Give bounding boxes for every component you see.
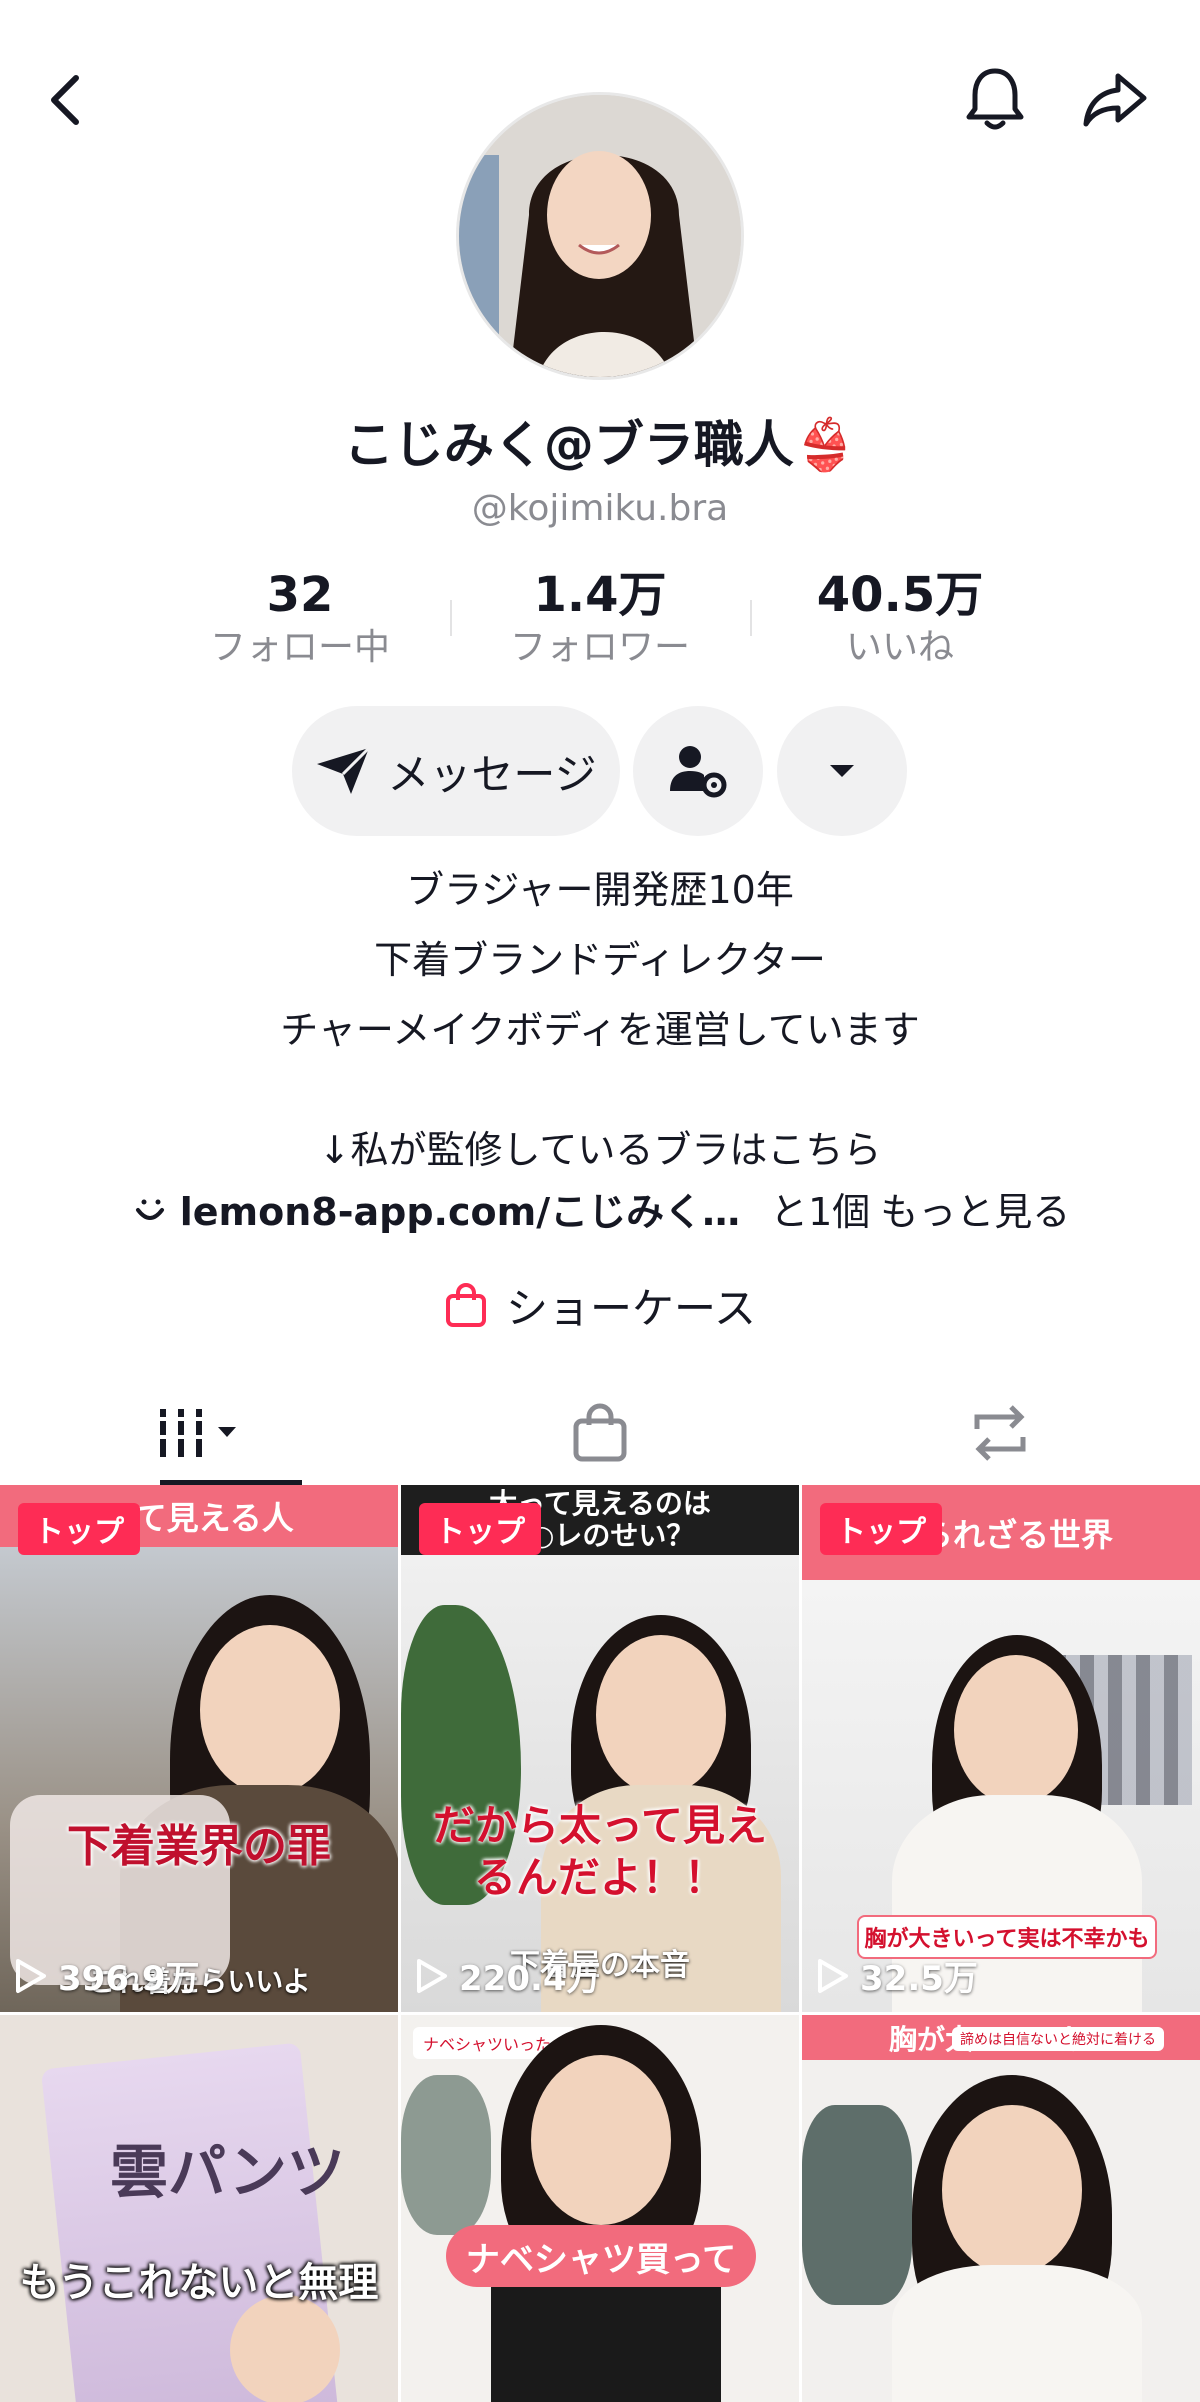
video-tag: 諦めは自信ないと絶対に着ける (952, 2027, 1164, 2051)
grid-bars-icon (158, 1408, 236, 1457)
shopping-bag-icon (446, 1283, 487, 1327)
send-icon (317, 746, 371, 794)
shopping-bag-icon (573, 1403, 627, 1461)
message-button[interactable]: メッセージ (292, 706, 620, 836)
person-face (942, 2105, 1082, 2275)
stat-followers[interactable]: 1.4万 フォロワー (450, 565, 750, 675)
more-dropdown-button[interactable] (777, 706, 907, 836)
avatar[interactable] (456, 92, 744, 380)
tab-reposts[interactable] (800, 1380, 1200, 1485)
top-badge: トップ (18, 1503, 140, 1555)
play-icon (16, 1958, 46, 1993)
share-arrow-icon (1083, 73, 1147, 127)
hand (230, 2295, 340, 2402)
bra-display (802, 2105, 912, 2305)
stat-value: 1.4万 (533, 567, 667, 623)
video-thumbnail[interactable]: 知られざる世界 胸が大きいって実は不幸かも トップ 32.5万 (802, 1485, 1200, 2012)
person-face (200, 1625, 340, 1795)
view-count-text: 396.9万 (58, 1959, 200, 1999)
video-grid: って見える人 下着業界の罪 これ着たらいいよ トップ 396.9万 太って見える… (0, 1485, 1200, 2402)
bio-link[interactable]: lemon8-app.com/こじみく… (180, 1180, 740, 1244)
see-more-link[interactable]: もっと見る (880, 1180, 1070, 1244)
showcase-label: ショーケース (506, 1283, 756, 1333)
video-thumbnail[interactable]: ナベシャツいったく ナベシャツ買って (401, 2015, 799, 2402)
stat-likes[interactable]: 40.5万 いいね (750, 565, 1050, 675)
bio-line: チャーメイクボディを運営しています (280, 1008, 920, 1052)
video-thumbnail[interactable]: 雲パンツ もうこれないと無理 (0, 2015, 398, 2402)
share-button[interactable] (1070, 55, 1160, 145)
notification-bell-button[interactable] (950, 55, 1040, 145)
stat-following[interactable]: 32 フォロー中 (150, 565, 450, 675)
bio-link-extra: と1個 (770, 1190, 871, 1234)
view-count-text: 32.5万 (860, 1959, 978, 1999)
video-thumbnail[interactable]: 胸が大 ある 諦めは自信ないと絶対に着ける (802, 2015, 1200, 2402)
username: @kojimiku.bra (471, 488, 729, 529)
bio-line: ↓私が監修しているブラはこちら (318, 1128, 882, 1172)
friend-settings-button[interactable] (633, 706, 763, 836)
tab-videos[interactable] (0, 1380, 400, 1485)
stat-label: フォロワー (509, 627, 690, 668)
showcase-link[interactable]: ショーケース (0, 1270, 1200, 1340)
person-face (954, 1655, 1078, 1805)
profile-tabs (0, 1380, 1200, 1485)
bra-display (401, 2075, 491, 2235)
bio-link-row: lemon8-app.com/こじみく… と1個 もっと見る (0, 1180, 1200, 1244)
person-face (596, 1635, 726, 1795)
bell-icon (966, 68, 1024, 130)
display-name-text: こじみく@ブラ職人 (343, 416, 794, 474)
link-icon (135, 1199, 164, 1220)
stats-row: 32 フォロー中 1.4万 フォロワー 40.5万 いいね (150, 565, 1050, 675)
play-icon (417, 1958, 447, 1993)
view-count: 32.5万 (816, 1951, 978, 2000)
display-name: こじみく@ブラ職人👙 (0, 410, 1200, 480)
video-thumbnail[interactable]: って見える人 下着業界の罪 これ着たらいいよ トップ 396.9万 (0, 1485, 398, 2012)
view-count: 396.9万 (14, 1951, 200, 2000)
chevron-left-icon (51, 75, 79, 125)
stat-label: フォロー中 (209, 627, 390, 668)
bio-line: 下着ブランドディレクター (374, 938, 826, 982)
stat-value: 40.5万 (816, 567, 984, 623)
message-button-label: メッセージ (387, 749, 597, 799)
bio: ブラジャー開発歴10年 下着ブランドディレクター チャーメイクボディを運営してい… (0, 855, 1200, 1065)
stat-value: 32 (266, 567, 334, 623)
user-settings-icon (670, 746, 727, 798)
view-count-text: 220.4万 (459, 1959, 601, 1999)
video-thumbnail[interactable]: 太って見えるのは ○○レのせい？ だから太って見えるんだよ！！ 下着屋の本音 ト… (401, 1485, 799, 2012)
stat-label: いいね (845, 627, 954, 668)
caret-down-icon (830, 765, 854, 777)
person-body (892, 2265, 1142, 2402)
video-caption: 下着業界の罪 (67, 1821, 331, 1872)
video-caption: もうこれないと無理 (19, 2259, 379, 2306)
bio-line: ブラジャー開発歴10年 (406, 868, 794, 912)
package-title: 雲パンツ (110, 2138, 345, 2206)
top-badge: トップ (820, 1503, 942, 1555)
view-count: 220.4万 (415, 1951, 601, 2000)
bikini-emoji-icon: 👙 (793, 416, 857, 474)
repost-icon (974, 1404, 1026, 1461)
tab-shop[interactable] (400, 1380, 800, 1485)
play-icon (818, 1958, 848, 1993)
video-caption: だから太って見えるんだよ！！ (433, 1801, 767, 1902)
video-caption: ナベシャツ買って (446, 2225, 756, 2287)
person-face (531, 2055, 671, 2225)
back-button[interactable] (20, 55, 110, 145)
top-badge: トップ (419, 1503, 541, 1555)
avatar-photo (459, 95, 741, 377)
